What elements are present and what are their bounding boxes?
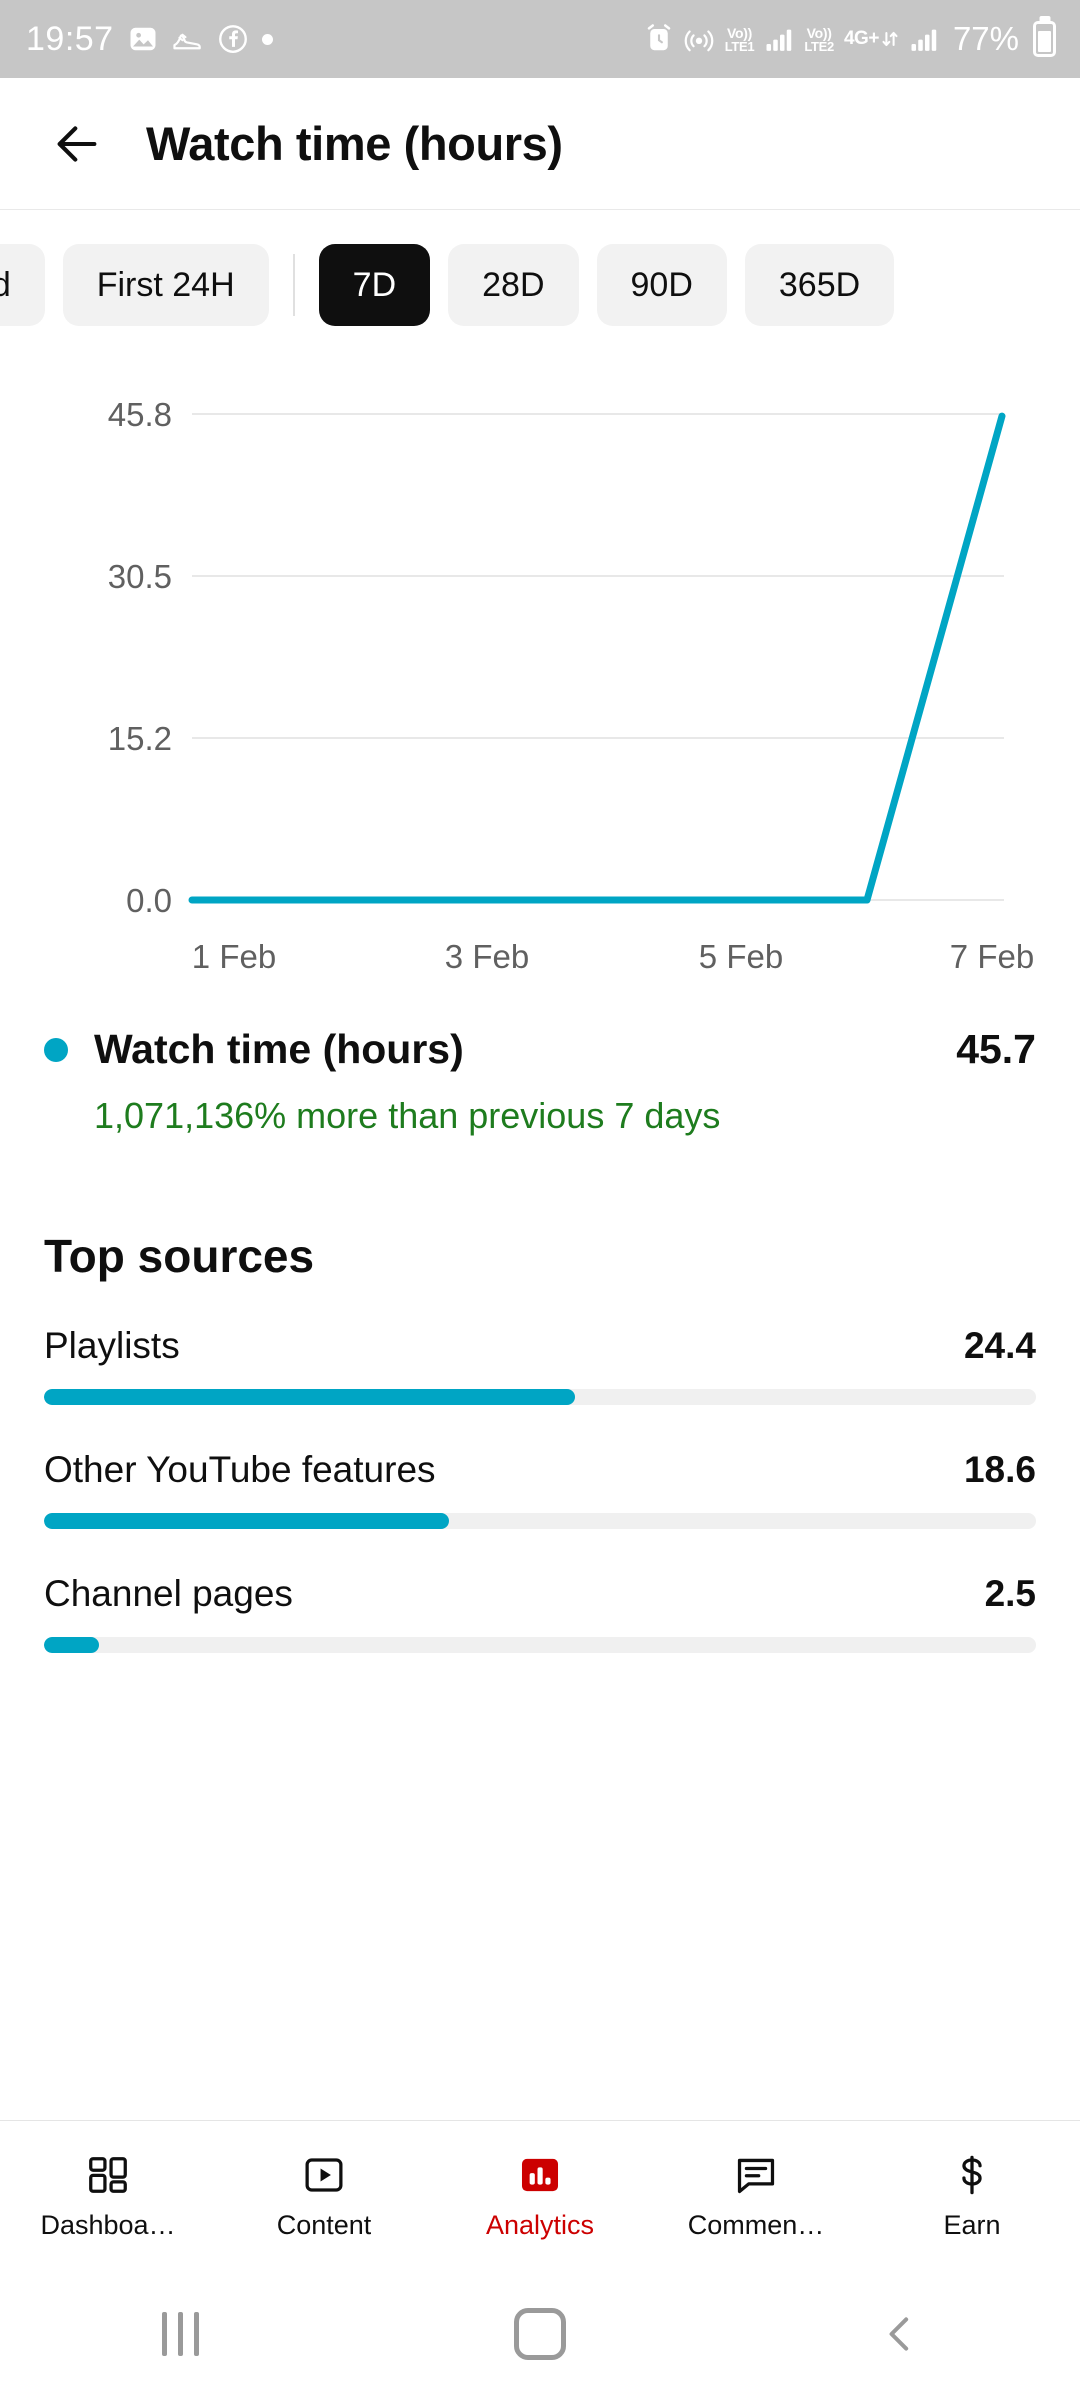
chart-series-line bbox=[188, 412, 1006, 904]
home-icon[interactable] bbox=[480, 2274, 600, 2394]
metric-summary: Watch time (hours) 45.7 1,071,136% more … bbox=[0, 980, 1080, 1137]
signal-bars-sim2-icon bbox=[909, 24, 939, 54]
bottom-navigation-bar: Dashboa… Content Analytics Commen… Earn bbox=[0, 2120, 1080, 2268]
source-progress-fill bbox=[44, 1637, 99, 1653]
list-item[interactable]: Other YouTube features 18.6 bbox=[44, 1449, 1036, 1529]
content-video-icon bbox=[301, 2148, 347, 2198]
sim2-volte-bottom: LTE2 bbox=[804, 38, 834, 54]
metric-delta-text: 1,071,136% more than previous 7 days bbox=[94, 1095, 721, 1136]
sim1-volte-bottom: LTE1 bbox=[724, 38, 755, 54]
svg-text:15.2: 15.2 bbox=[108, 720, 172, 757]
chip-divider bbox=[292, 254, 295, 316]
source-header: Other YouTube features 18.6 bbox=[44, 1449, 1036, 1491]
dashboard-icon bbox=[85, 2148, 131, 2198]
svg-text:3 Feb: 3 Feb bbox=[445, 938, 529, 975]
source-progress-track bbox=[44, 1389, 1036, 1405]
chip-28d[interactable]: 28D bbox=[448, 244, 579, 326]
source-progress-fill bbox=[44, 1513, 449, 1529]
svg-text:45.8: 45.8 bbox=[108, 396, 172, 433]
chart-gridlines bbox=[192, 413, 1004, 901]
back-icon[interactable] bbox=[840, 2274, 960, 2394]
source-value: 2.5 bbox=[984, 1573, 1036, 1614]
svg-text:0.0: 0.0 bbox=[126, 882, 172, 919]
status-bar-right: Vo)) LTE1 Vo)) LTE2 4G+ 77% bbox=[645, 20, 1056, 58]
hotspot-icon bbox=[683, 24, 715, 54]
metric-value: 45.7 bbox=[956, 1026, 1036, 1072]
facebook-icon bbox=[218, 24, 248, 54]
alarm-icon bbox=[645, 24, 673, 54]
chart-y-axis-labels: 45.8 30.5 15.2 0.0 bbox=[108, 396, 172, 919]
sim2-volte-top: Vo)) bbox=[806, 24, 832, 41]
chip-since-published[interactable]: hed bbox=[0, 244, 45, 326]
sim2-volte-indicator: Vo)) LTE2 bbox=[804, 26, 834, 53]
status-bar-clock: 19:57 bbox=[26, 19, 114, 58]
android-navigation-bar bbox=[0, 2268, 1080, 2400]
nav-label-content: Content bbox=[276, 2210, 372, 2240]
sim1-volte-top: Vo)) bbox=[727, 24, 753, 41]
shoe-icon bbox=[172, 24, 204, 54]
page-title: Watch time (hours) bbox=[146, 117, 563, 170]
recents-icon[interactable] bbox=[120, 2274, 240, 2394]
source-progress-track bbox=[44, 1513, 1036, 1529]
earn-dollar-icon bbox=[949, 2148, 995, 2198]
nav-item-content[interactable]: Content bbox=[216, 2148, 432, 2241]
list-item[interactable]: Playlists 24.4 bbox=[44, 1325, 1036, 1405]
source-label: Channel pages bbox=[44, 1573, 293, 1614]
nav-item-analytics[interactable]: Analytics bbox=[432, 2148, 648, 2241]
source-value: 24.4 bbox=[963, 1325, 1036, 1366]
source-header: Playlists 24.4 bbox=[44, 1325, 1036, 1367]
source-progress-track bbox=[44, 1637, 1036, 1653]
chart-section: 45.8 30.5 15.2 0.0 1 Feb 3 Feb 5 Feb 7 F… bbox=[0, 362, 1080, 980]
source-progress-fill bbox=[44, 1389, 575, 1405]
signal-bars-sim1-icon bbox=[764, 24, 794, 54]
chart-canvas: 45.8 30.5 15.2 0.0 1 Feb 3 Feb 5 Feb 7 F… bbox=[108, 396, 1034, 975]
battery-icon bbox=[1033, 21, 1056, 57]
time-period-chip-row[interactable]: hed First 24H 7D 28D 90D 365D bbox=[0, 210, 1080, 362]
analytics-bar-icon bbox=[517, 2148, 563, 2198]
chip-7d[interactable]: 7D bbox=[318, 244, 431, 326]
data-transfer-arrows-icon bbox=[881, 27, 899, 51]
chip-90d[interactable]: 90D bbox=[596, 244, 727, 326]
nav-label-analytics: Analytics bbox=[485, 2210, 595, 2240]
nav-label-comments: Commen… bbox=[687, 2210, 825, 2240]
dot-indicator-icon bbox=[261, 33, 273, 45]
status-bar: 19:57 Vo)) LTE1 Vo)) LTE2 4G+ 77% bbox=[0, 0, 1080, 78]
source-value: 18.6 bbox=[963, 1449, 1036, 1490]
metric-name: Watch time (hours) bbox=[94, 1026, 464, 1072]
top-sources-section: Top sources Playlists 24.4 Other YouTube… bbox=[0, 1137, 1080, 1653]
nav-label-dashboard: Dashboa… bbox=[40, 2210, 176, 2240]
svg-text:5 Feb: 5 Feb bbox=[699, 938, 783, 975]
svg-text:7 Feb: 7 Feb bbox=[950, 938, 1034, 975]
source-header: Channel pages 2.5 bbox=[44, 1573, 1036, 1615]
series-color-dot-icon bbox=[44, 1037, 68, 1062]
battery-percent-label: 77% bbox=[952, 20, 1019, 57]
source-label: Other YouTube features bbox=[44, 1449, 436, 1490]
svg-text:30.5: 30.5 bbox=[108, 558, 172, 595]
nav-label-earn: Earn bbox=[943, 2210, 1001, 2240]
nav-item-dashboard[interactable]: Dashboa… bbox=[0, 2148, 216, 2241]
status-bar-left: 19:57 bbox=[26, 20, 273, 59]
comments-icon bbox=[733, 2148, 779, 2198]
network-type-label: 4G+ bbox=[843, 28, 879, 49]
photos-icon bbox=[128, 24, 158, 54]
app-bar: Watch time (hours) bbox=[0, 78, 1080, 210]
source-label: Playlists bbox=[44, 1325, 180, 1366]
network-type-indicator: 4G+ bbox=[844, 27, 899, 51]
back-arrow-icon[interactable] bbox=[44, 111, 110, 177]
sim1-volte-indicator: Vo)) LTE1 bbox=[725, 26, 755, 53]
nav-item-comments[interactable]: Commen… bbox=[648, 2148, 864, 2241]
watch-time-line-chart[interactable]: 45.8 30.5 15.2 0.0 1 Feb 3 Feb 5 Feb 7 F… bbox=[44, 390, 1036, 980]
chip-first-24h[interactable]: First 24H bbox=[62, 244, 269, 326]
metric-primary-row: Watch time (hours) 45.7 bbox=[44, 1026, 1036, 1073]
top-sources-title: Top sources bbox=[44, 1230, 315, 1282]
nav-item-earn[interactable]: Earn bbox=[864, 2148, 1080, 2241]
list-item[interactable]: Channel pages 2.5 bbox=[44, 1573, 1036, 1653]
chart-x-axis-labels: 1 Feb 3 Feb 5 Feb 7 Feb bbox=[192, 938, 1034, 975]
svg-text:1 Feb: 1 Feb bbox=[192, 938, 276, 975]
chip-365d[interactable]: 365D bbox=[744, 244, 895, 326]
